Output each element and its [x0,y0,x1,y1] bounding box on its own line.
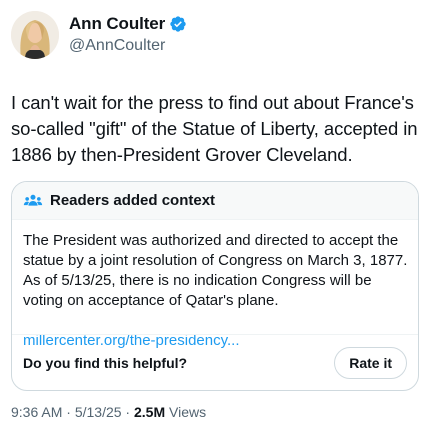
note-header[interactable]: Readers added context [12,182,418,220]
author-handle[interactable]: @AnnCoulter [69,37,187,55]
author-name[interactable]: Ann Coulter [69,14,165,34]
author-name-row: Ann Coulter [69,13,187,35]
verified-badge-icon[interactable] [169,15,187,33]
avatar[interactable] [11,11,59,59]
avatar-image [11,11,59,59]
tweet-meta: 9:36 AM · 5/13/25 · 2.5M Views [11,404,206,420]
views-label: Views [165,404,207,420]
note-footer: Do you find this helpful? Rate it [12,334,418,390]
meta-separator: · [62,404,75,420]
views-count[interactable]: 2.5M [134,404,165,420]
tweet-date[interactable]: 5/13/25 [75,404,122,420]
meta-separator: · [121,404,134,420]
tweet-time[interactable]: 9:36 AM [11,404,62,420]
tweet: Ann Coulter @AnnCoulter I can't wait for… [0,0,430,432]
note-text: The President was authorized and directe… [23,232,408,309]
note-title: Readers added context [50,192,216,209]
rate-it-button[interactable]: Rate it [334,346,407,379]
people-icon [23,191,43,211]
helpful-question: Do you find this helpful? [23,354,188,371]
author-info: Ann Coulter @AnnCoulter [69,13,187,55]
tweet-text: I can't wait for the press to find out a… [11,92,418,165]
note-body: The President was authorized and directe… [12,220,418,351]
community-note: Readers added context The President was … [11,181,419,391]
